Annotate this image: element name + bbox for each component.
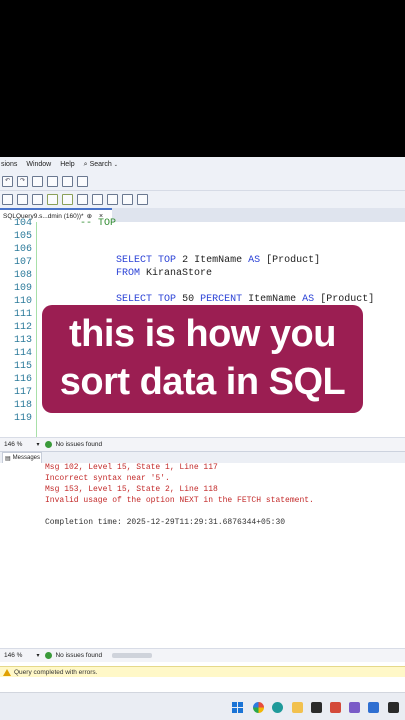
redo-icon[interactable]: ↷ [17, 175, 28, 187]
line-number: 110 [13, 296, 32, 307]
horizontal-scrollbar[interactable] [112, 653, 153, 658]
line-number: 119 [13, 413, 32, 424]
menu-item-help[interactable]: Help [60, 161, 74, 168]
sql-keyword: PERCENT [200, 294, 243, 305]
results-tab-strip: ▤ Messages [0, 451, 405, 463]
line-number: 117 [13, 387, 32, 398]
search-box[interactable]: ⌕ Search ⌄ [84, 161, 118, 169]
line-number: 114 [13, 348, 32, 359]
tab-label: Messages [12, 455, 41, 461]
chevron-down-icon[interactable]: ▾ [36, 441, 39, 448]
message-icon: ▤ [5, 455, 11, 462]
menu-item-sessions[interactable]: sions [1, 161, 17, 168]
line-number: 108 [13, 270, 32, 281]
line-number: 107 [13, 257, 32, 268]
line-number: 118 [13, 400, 32, 411]
indent-icon[interactable] [77, 194, 88, 205]
chevron-down-icon[interactable]: ▾ [36, 652, 39, 659]
app-icon[interactable] [311, 702, 322, 713]
change-tracking-bar [36, 222, 37, 437]
warning-icon [3, 668, 11, 676]
results-grid-icon[interactable] [2, 194, 13, 205]
line-number-gutter: 104 105 106 107 108 109 110 111 112 113 … [0, 218, 36, 437]
issues-status: No issues found [55, 441, 103, 448]
save-all-icon[interactable] [77, 175, 88, 187]
check-circle-icon [45, 652, 53, 659]
windows-taskbar [0, 692, 405, 720]
ssms-window: sions Window Help ⌕ Search ⌄ ↶ ↷ SQLQuer… [0, 157, 405, 720]
toolbar-sql-editor [0, 190, 405, 208]
code-line-text: FROM KiranaStore [116, 268, 212, 279]
search-label: Search [89, 161, 112, 168]
results-file-icon[interactable] [32, 194, 43, 205]
new-query-icon[interactable] [32, 175, 43, 187]
comment-icon[interactable] [47, 194, 58, 205]
sql-token: KiranaStore [146, 268, 213, 279]
app-icon[interactable] [349, 702, 360, 713]
results-status-bar: 146 % ▾ No issues found [0, 648, 405, 662]
query-status-bar: Query completed with errors. [0, 666, 405, 677]
search-icon: ⌕ [83, 160, 88, 168]
check-circle-icon [45, 441, 53, 448]
tab-messages[interactable]: ▤ Messages [2, 452, 42, 463]
sql-token: 50 [182, 294, 195, 305]
code-line-comment: -- TOP [80, 218, 117, 229]
line-number: 111 [13, 309, 32, 320]
line-number: 112 [13, 322, 32, 333]
caption-line-1: this is how you [69, 313, 336, 355]
results-text-icon[interactable] [17, 194, 28, 205]
format-icon[interactable] [122, 194, 133, 205]
uncomment-icon[interactable] [62, 194, 73, 205]
code-line-text: SELECT TOP 50 PERCENT ItemName AS [Produ… [116, 294, 374, 305]
zoom-level[interactable]: 146 % [4, 441, 22, 448]
sql-keyword: TOP [158, 294, 177, 305]
line-number: 106 [13, 244, 32, 255]
sql-token: [Product] [320, 294, 375, 305]
line-number: 105 [13, 231, 32, 242]
caption-line-2: sort data in SQL [59, 361, 346, 403]
line-number: 115 [13, 361, 32, 372]
line-number: 109 [13, 283, 32, 294]
query-status-text: Query completed with errors. [14, 668, 98, 676]
open-file-icon[interactable] [47, 175, 58, 187]
line-number: 113 [13, 335, 32, 346]
zoom-level[interactable]: 146 % [4, 652, 22, 659]
file-explorer-icon[interactable] [292, 702, 303, 713]
error-message-line: Incorrect syntax near '5'. [45, 474, 170, 483]
error-message-line: Msg 102, Level 15, State 1, Line 117 [45, 463, 218, 472]
specify-values-icon[interactable] [107, 194, 118, 205]
document-tab-strip: SQLQuery9.s...dmin (160))* ⊕ × [0, 208, 405, 222]
ssms-icon[interactable] [368, 702, 379, 713]
app-icon[interactable] [330, 702, 341, 713]
sql-keyword: FROM [116, 268, 141, 279]
line-number: 104 [13, 218, 32, 229]
issues-status: No issues found [55, 652, 103, 659]
menu-bar: sions Window Help ⌕ Search ⌄ [0, 157, 405, 172]
completion-time: Completion time: 2025-12-29T11:29:31.687… [45, 518, 286, 527]
sql-token: ItemName [248, 294, 297, 305]
chevron-down-icon: ⌄ [113, 161, 118, 168]
sql-keyword: AS [302, 294, 315, 305]
sql-keyword: SELECT [116, 294, 153, 305]
error-message-line: Invalid usage of the option NEXT in the … [45, 496, 314, 505]
error-message-line: Msg 153, Level 15, State 2, Line 118 [45, 485, 218, 494]
menu-item-window[interactable]: Window [26, 161, 51, 168]
save-icon[interactable] [62, 175, 73, 187]
options-icon[interactable] [137, 194, 148, 205]
sql-keyword: AS [248, 255, 261, 266]
app-icon[interactable] [388, 702, 399, 713]
undo-icon[interactable]: ↶ [2, 175, 13, 187]
outdent-icon[interactable] [92, 194, 103, 205]
copilot-icon[interactable] [253, 702, 264, 713]
line-number: 116 [13, 374, 32, 385]
edge-icon[interactable] [272, 702, 283, 713]
toolbar-standard: ↶ ↷ [0, 172, 405, 190]
editor-status-bar: 146 % ▾ No issues found [0, 437, 405, 451]
caption-overlay: this is how you sort data in SQL [42, 305, 363, 413]
windows-start-icon[interactable] [232, 702, 243, 713]
sql-token: [Product] [266, 255, 321, 266]
messages-pane[interactable]: Msg 102, Level 15, State 1, Line 117 Inc… [0, 463, 405, 648]
